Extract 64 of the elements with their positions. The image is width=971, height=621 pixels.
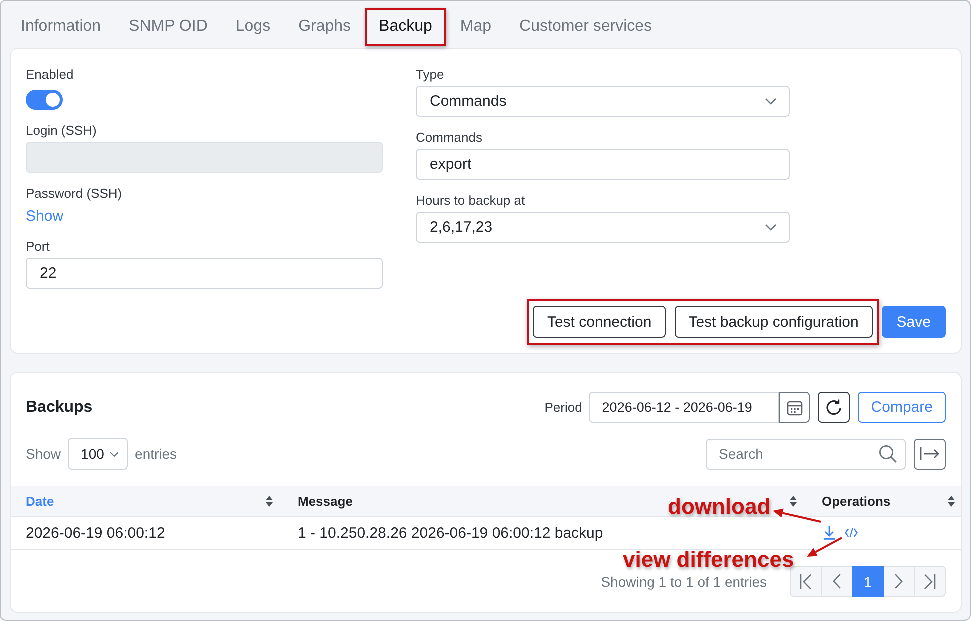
sort-icon	[266, 496, 273, 506]
sort-icon	[790, 496, 797, 506]
column-header[interactable]: Message	[298, 494, 353, 508]
table-cell-text: 2026-06-19 06:00:12	[25, 524, 166, 544]
chevron-icon	[110, 452, 120, 456]
calendar-button[interactable]	[779, 392, 810, 423]
tab[interactable]: Graphs	[284, 8, 366, 46]
tab[interactable]: Logs	[222, 8, 285, 46]
code-icon[interactable]	[845, 528, 858, 538]
bar-chevron-left-icon	[800, 574, 812, 590]
toggle-switch[interactable]	[26, 90, 63, 110]
field-label: Hours to backup at	[416, 193, 526, 209]
entries-info: Showing 1 to 1 of 1 entries	[601, 574, 767, 590]
sort-icon	[948, 496, 955, 506]
annotation-label: download	[668, 494, 771, 520]
field-label: Password (SSH)	[26, 186, 122, 202]
bar-arrow-icon	[920, 447, 940, 461]
refresh-icon	[825, 398, 844, 416]
previous-page-button[interactable]	[821, 566, 853, 597]
save-button[interactable]: Save	[882, 306, 946, 338]
outline-button[interactable]: Test backup configuration	[674, 306, 873, 338]
input-field[interactable]: export	[416, 149, 790, 180]
chevron-icon	[765, 224, 777, 231]
chevron-icon	[765, 98, 777, 105]
tab[interactable]: Map	[446, 8, 506, 46]
calendar-icon	[786, 400, 803, 416]
field-label: Commands	[416, 130, 482, 146]
first-page-button[interactable]	[790, 566, 822, 597]
page-button[interactable]: 1	[852, 566, 884, 597]
compare-button[interactable]: Compare	[858, 392, 946, 423]
entries-select[interactable]: 100	[68, 438, 128, 470]
refresh-button[interactable]	[818, 392, 850, 423]
tab[interactable]: SNMP OID	[115, 8, 222, 46]
date-range-field[interactable]: 2026-06-12 - 2026-06-19	[589, 392, 780, 423]
field-label: Type	[416, 67, 444, 83]
download-icon[interactable]	[824, 526, 835, 540]
input-field[interactable]: 22	[26, 258, 383, 289]
field-label: Port	[26, 239, 50, 255]
section-title: Backups	[26, 398, 93, 416]
chevron-bar-right-icon	[924, 574, 936, 590]
table-cell-text: 1 - 10.250.28.26 2026-06-19 06:00:12 backup	[297, 524, 604, 544]
tab[interactable]: Backup	[365, 8, 446, 46]
tab[interactable]: Information	[7, 8, 116, 46]
period-label: Period	[544, 400, 582, 415]
annotation-label: view differences	[623, 547, 794, 573]
search-icon	[879, 444, 897, 462]
field-label: Login (SSH)	[26, 123, 97, 139]
last-page-button[interactable]	[914, 566, 946, 597]
chevron-left-icon	[833, 574, 841, 589]
next-page-button[interactable]	[883, 566, 915, 597]
entries-label: entries	[135, 446, 178, 462]
outline-button[interactable]: Test connection	[533, 306, 666, 338]
show-link[interactable]: Show	[26, 208, 64, 226]
annotation-arrow	[807, 537, 842, 557]
tab[interactable]: Customer services	[506, 8, 666, 46]
field-label: Enabled	[26, 67, 74, 83]
column-header[interactable]: Operations	[822, 494, 891, 508]
annotation-arrow	[773, 508, 822, 523]
arrow-button[interactable]	[914, 438, 946, 470]
show-label: Show	[26, 446, 62, 462]
search-field[interactable]: Search	[706, 438, 906, 470]
chevron-right-icon	[895, 574, 903, 589]
select-dropdown[interactable]: 2,6,17,23	[416, 212, 790, 243]
select-dropdown[interactable]: Commands	[416, 86, 790, 117]
